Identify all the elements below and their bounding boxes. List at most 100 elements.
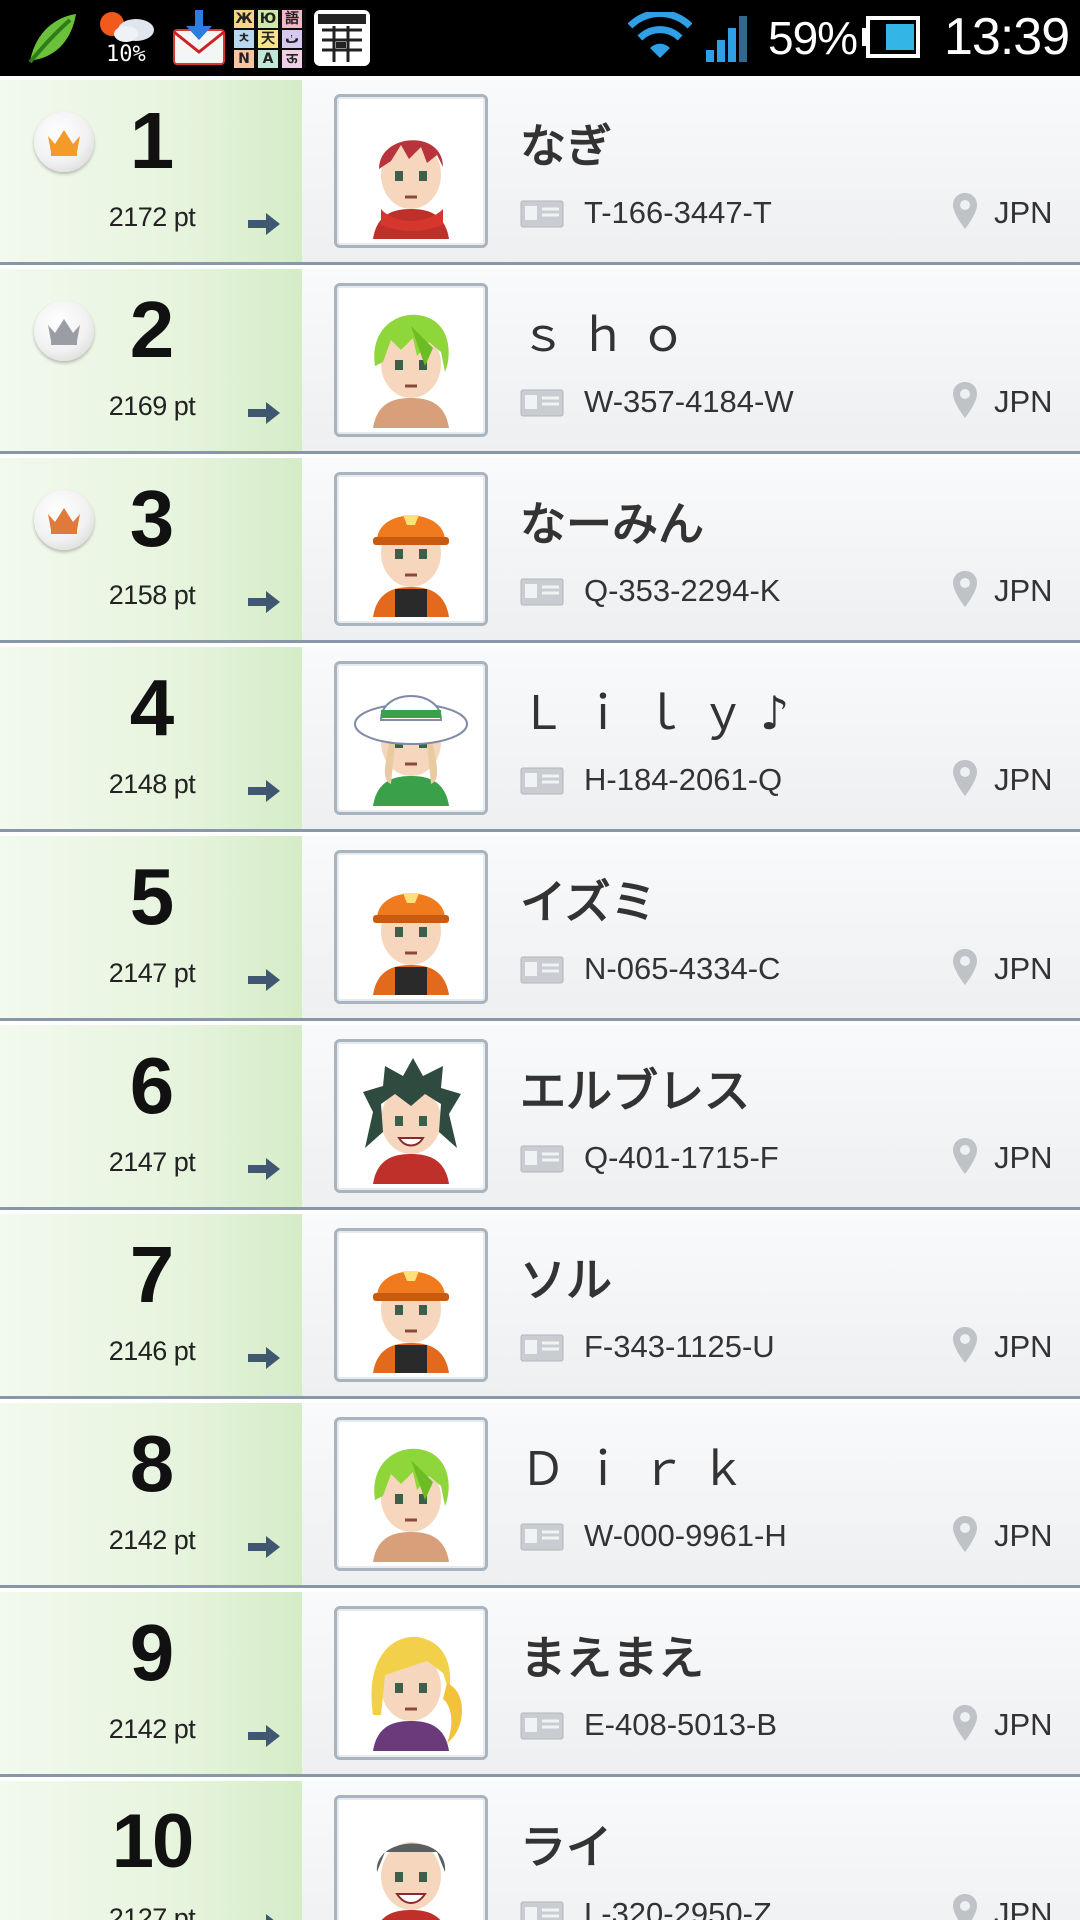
id-card-icon	[520, 1145, 564, 1173]
ranking-row-1[interactable]: 1 2172 pt なぎ T-166-3447-T JPN	[0, 76, 1080, 265]
player-id: W-000-9961-H	[584, 1518, 787, 1553]
ranking-row-4[interactable]: 4 2148 pt Ｌｉｌｙ♪ H-184-2061-Q JPN	[0, 643, 1080, 832]
location-pin-icon	[953, 760, 977, 796]
battery-icon	[862, 16, 920, 58]
rank-points: 2147 pt	[108, 958, 196, 988]
trainer-avatar[interactable]	[334, 1039, 488, 1193]
arrow-right-icon[interactable]	[246, 777, 282, 805]
orange-cap-avatar-image	[373, 893, 449, 995]
rank-number: 4	[129, 663, 175, 752]
trainer-avatar[interactable]	[334, 283, 488, 437]
rank-number: 8	[129, 1419, 175, 1508]
trainer-avatar[interactable]	[334, 1795, 488, 1920]
id-card-icon	[520, 1523, 564, 1551]
player-name: なーみん	[520, 497, 704, 551]
ranking-list: 1 2172 pt なぎ T-166-3447-T JPN 2 2169 pt	[0, 76, 1080, 1920]
ranking-row-8[interactable]: 8 2142 pt Ｄｉｒｋ W-000-9961-H JPN	[0, 1399, 1080, 1588]
player-id: F-343-1125-U	[584, 1329, 775, 1364]
tv-guide-icon	[314, 10, 370, 66]
player-id: N-065-4334-C	[584, 951, 781, 986]
player-name: ライ	[520, 1820, 612, 1874]
id-card-icon	[520, 1334, 564, 1362]
location-pin-icon	[953, 193, 977, 229]
white-hat-avatar-image	[354, 695, 468, 806]
rank-number: 1	[129, 96, 175, 185]
grey-hair-man-avatar-image	[376, 1842, 446, 1920]
arrow-right-icon[interactable]	[246, 966, 282, 994]
trainer-avatar[interactable]	[334, 472, 488, 626]
player-name: ｓｈｏ	[520, 308, 700, 362]
player-name: イズミ	[520, 875, 657, 929]
signal-icon	[706, 16, 747, 62]
rank-number: 7	[129, 1230, 175, 1319]
player-id: Q-401-1715-F	[584, 1140, 779, 1175]
location-pin-icon	[953, 1894, 977, 1920]
player-name: なぎ	[520, 119, 612, 173]
id-card-icon	[520, 578, 564, 606]
rank-number: 2	[129, 285, 175, 374]
ranking-row-10[interactable]: 10 2127 pt ライ L-320-2950-Z JPN	[0, 1777, 1080, 1920]
ranking-row-3[interactable]: 3 2158 pt なーみん Q-353-2294-K JPN	[0, 454, 1080, 643]
weather-percent: 10%	[106, 42, 146, 67]
player-id: T-166-3447-T	[584, 195, 772, 230]
rank-points: 2127 pt	[108, 1903, 196, 1920]
bronze-crown-icon	[34, 490, 94, 550]
dark-wild-hair-avatar-image	[363, 1058, 461, 1184]
arrow-right-icon[interactable]	[246, 210, 282, 238]
player-name: Ｌｉｌｙ♪	[520, 686, 804, 740]
blonde-ponytail-avatar-image	[371, 1636, 463, 1751]
ranking-row-7[interactable]: 7 2146 pt ソル F-343-1125-U JPN	[0, 1210, 1080, 1399]
trainer-avatar[interactable]	[334, 1606, 488, 1760]
rank-points: 2169 pt	[108, 391, 196, 421]
ranking-row-6[interactable]: 6 2147 pt エルブレス Q-401-1715-F JPN	[0, 1021, 1080, 1210]
player-name: エルブレス	[520, 1064, 750, 1118]
arrow-right-icon[interactable]	[246, 588, 282, 616]
location-pin-icon	[953, 571, 977, 607]
player-country: JPN	[994, 762, 1053, 797]
arrow-right-icon[interactable]	[246, 399, 282, 427]
green-hair-avatar-image	[373, 1448, 449, 1562]
rank-points: 2142 pt	[108, 1714, 196, 1744]
ranking-row-2[interactable]: 2 2169 pt ｓｈｏ W-357-4184-W JPN	[0, 265, 1080, 454]
location-pin-icon	[953, 382, 977, 418]
ranking-row-9[interactable]: 9 2142 pt まえまえ E-408-5013-B JPN	[0, 1588, 1080, 1777]
player-id: H-184-2061-Q	[584, 762, 783, 797]
leaf-icon	[28, 14, 76, 64]
ranking-row-5[interactable]: 5 2147 pt イズミ N-065-4334-C JPN	[0, 832, 1080, 1021]
player-id: Q-353-2294-K	[584, 573, 781, 608]
arrow-right-icon[interactable]	[246, 1722, 282, 1750]
player-name: ソル	[520, 1253, 612, 1307]
player-country: JPN	[994, 1140, 1053, 1175]
rank-points: 2142 pt	[108, 1525, 196, 1555]
rank-number: 6	[129, 1041, 175, 1130]
arrow-right-icon[interactable]	[246, 1533, 282, 1561]
player-country: JPN	[994, 1518, 1053, 1553]
trainer-avatar[interactable]	[334, 850, 488, 1004]
arrow-right-icon[interactable]	[246, 1911, 282, 1920]
player-country: JPN	[994, 384, 1053, 419]
gold-crown-icon	[34, 112, 94, 172]
trainer-avatar[interactable]	[334, 1228, 488, 1382]
trainer-avatar[interactable]	[334, 94, 488, 248]
rank-points: 2146 pt	[108, 1336, 196, 1366]
arrow-right-icon[interactable]	[246, 1344, 282, 1372]
trainer-avatar[interactable]	[334, 661, 488, 815]
wifi-icon	[628, 12, 692, 58]
silver-crown-icon	[34, 301, 94, 361]
id-card-icon	[520, 1901, 564, 1920]
trainer-avatar[interactable]	[334, 1417, 488, 1571]
green-hair-avatar-image	[373, 314, 449, 428]
weather-icon: 10%	[92, 8, 160, 68]
player-country: JPN	[994, 195, 1053, 230]
player-country: JPN	[994, 573, 1053, 608]
player-name: Ｄｉｒｋ	[520, 1442, 760, 1496]
location-pin-icon	[953, 1138, 977, 1174]
rank-number: 3	[129, 474, 175, 563]
player-name: まえまえ	[520, 1631, 704, 1685]
player-country: JPN	[994, 1707, 1053, 1742]
player-country: JPN	[994, 1896, 1053, 1920]
arrow-right-icon[interactable]	[246, 1155, 282, 1183]
player-id: W-357-4184-W	[584, 384, 794, 419]
id-card-icon	[520, 389, 564, 417]
location-pin-icon	[953, 1327, 977, 1363]
